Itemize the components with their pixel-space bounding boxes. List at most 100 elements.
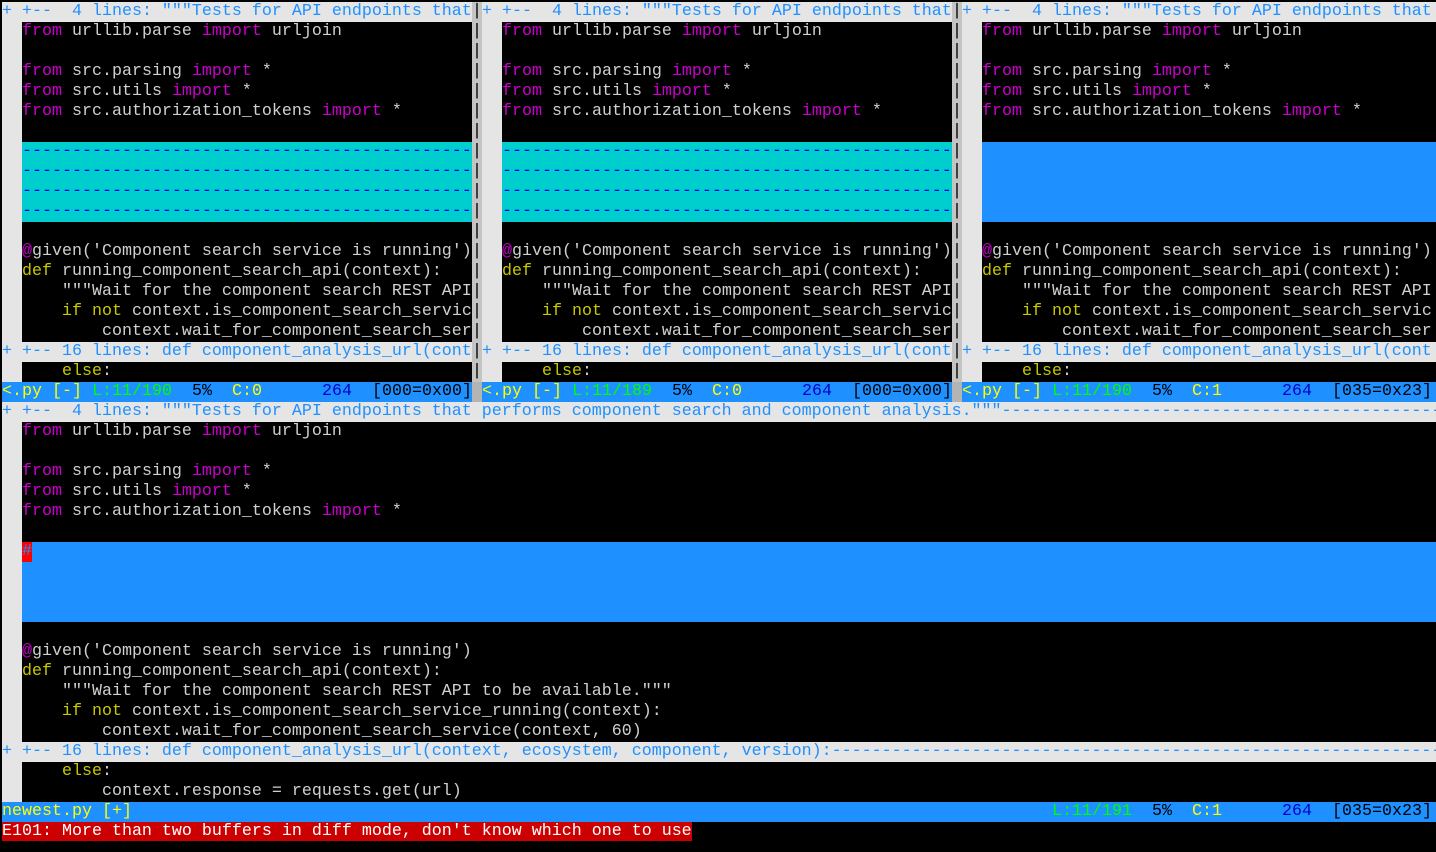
- sign-column: [2, 562, 22, 582]
- token-n: urllib.parse: [61, 22, 202, 41]
- line-text: +-- 4 lines: """Tests for API endpoints …: [22, 2, 472, 21]
- separator-char: |: [952, 342, 962, 361]
- separator-char: |: [472, 202, 482, 221]
- line-text: @given('Component search service is runn…: [22, 242, 472, 262]
- line-text: +-- 16 lines: def component_analysis_url…: [982, 342, 1432, 361]
- status-byte-count: 264: [1282, 382, 1312, 401]
- fold-line[interactable]: + +-- 16 lines: def component_analysis_ur…: [962, 342, 1436, 362]
- sign-column: [962, 302, 982, 322]
- token-n: src.authorization_tokens: [1021, 102, 1282, 121]
- status-line-window-2[interactable]: <.py [-] L:11/189 5% C:0 264 [000=0x00]: [482, 382, 952, 402]
- vertical-separator[interactable]: | | | | | | | | | | | | | | | | | | |: [952, 2, 962, 382]
- fold-line[interactable]: + +-- 4 lines: """Tests for API endpoints…: [962, 2, 1436, 22]
- code-line: context.wait_for_component_search_ser: [2, 322, 472, 342]
- line-text: @given('Component search service is runn…: [982, 242, 1436, 262]
- diff-window-1[interactable]: + +-- 4 lines: """Tests for API endpoints…: [2, 2, 472, 382]
- status-percent: 5%: [672, 382, 692, 401]
- separator-char: |: [472, 162, 482, 181]
- token-n: """Wait for the component search REST AP…: [22, 282, 472, 301]
- token-st: not: [571, 302, 602, 321]
- separator-char: |: [472, 362, 482, 381]
- line-text: if not context.is_component_search_servi…: [22, 302, 472, 322]
- command-line: E101: More than two buffers in diff mode…: [2, 822, 1436, 842]
- token-kw: from: [502, 102, 542, 121]
- vertical-separator[interactable]: | | | | | | | | | | | | | | | | | | |: [472, 2, 482, 382]
- code-line: from src.parsing import *: [2, 62, 472, 82]
- diff-window-2[interactable]: + +-- 4 lines: """Tests for API endpoints…: [482, 2, 952, 382]
- code-line: from src.utils import *: [2, 482, 1436, 502]
- token-n: src.authorization_tokens: [61, 502, 322, 521]
- sign-column: [2, 142, 22, 162]
- token-kw: from: [982, 102, 1022, 121]
- diff-filler-line: [962, 202, 1436, 222]
- token-kw: import: [801, 102, 862, 121]
- token-st: if: [541, 302, 562, 321]
- status-line-window-3[interactable]: <.py [-] L:11/190 5% C:1 264 [035=0x23]: [962, 382, 1436, 402]
- diff-window-newest[interactable]: + +-- 4 lines: """Tests for API endpoints…: [2, 402, 1436, 802]
- separator-char: |: [952, 42, 962, 61]
- fold-line[interactable]: + +-- 4 lines: """Tests for API endpoints…: [482, 2, 952, 22]
- fold-line[interactable]: + +-- 16 lines: def component_analysis_ur…: [2, 742, 1436, 762]
- status-line-window-1[interactable]: <.py [-] L:11/190 5% C:0 264 [000=0x00]: [2, 382, 472, 402]
- status-filename: newest.py: [2, 802, 92, 821]
- token-kw: from: [22, 82, 62, 101]
- token-n: :: [101, 362, 112, 381]
- code-line: @given('Component search service is runn…: [2, 642, 1436, 662]
- line-text: [982, 162, 1436, 182]
- separator-char: |: [952, 142, 962, 161]
- line-text: +-- 4 lines: """Tests for API endpoints …: [982, 2, 1432, 21]
- sign-column: [962, 42, 982, 62]
- line-text: from src.authorization_tokens import *: [502, 102, 952, 122]
- token-n: running_component_search_api(context):: [1012, 262, 1402, 281]
- sign-column: [962, 182, 982, 202]
- fold-line[interactable]: + +-- 16 lines: def component_analysis_ur…: [482, 342, 952, 362]
- code-line: [962, 42, 1436, 62]
- token-n: """Wait for the component search REST AP…: [982, 282, 1432, 301]
- code-line: from src.parsing import *: [2, 462, 1436, 482]
- code-line: def running_component_search_api(context…: [962, 262, 1436, 282]
- sign-column: [2, 622, 22, 642]
- fold-line[interactable]: + +-- 4 lines: """Tests for API endpoints…: [2, 2, 472, 22]
- separator-char: |: [472, 2, 482, 21]
- token-kw: from: [22, 422, 62, 441]
- token-kw: from: [22, 62, 62, 81]
- token-n: urljoin: [261, 22, 342, 41]
- token-n: context.response = requests.get(url): [22, 782, 462, 801]
- sign-column: [482, 322, 502, 342]
- status-line-newest[interactable]: newest.py [+] L:11/191 5% C:1 264 [035=0x23]: [2, 802, 1436, 822]
- line-text: from urllib.parse import urljoin: [22, 422, 1436, 442]
- token-at: @: [22, 642, 32, 661]
- fold-line[interactable]: + +-- 4 lines: """Tests for API endpoints…: [2, 402, 1436, 422]
- code-line: [2, 122, 472, 142]
- line-text: from urllib.parse import urljoin: [22, 22, 472, 42]
- line-text: [982, 142, 1436, 162]
- token-n: *: [251, 62, 272, 81]
- token-kw: from: [982, 82, 1022, 101]
- token-n: [502, 302, 542, 321]
- diff-filler-line: [482, 162, 952, 182]
- diff-window-3[interactable]: + +-- 4 lines: """Tests for API endpoints…: [962, 2, 1436, 382]
- line-text: #: [22, 542, 1436, 562]
- separator-char: |: [952, 82, 962, 101]
- line-text: @given('Component search service is runn…: [502, 242, 952, 262]
- token-n: given('Component search service is runni…: [32, 642, 472, 661]
- code-line: else:: [962, 362, 1436, 382]
- code-line: else:: [2, 762, 1436, 782]
- fold-sign: +: [2, 342, 22, 362]
- sign-column: [482, 82, 502, 102]
- status-char-code: [000=0x00]: [852, 382, 952, 401]
- separator-char: |: [472, 182, 482, 201]
- sign-column: [482, 182, 502, 202]
- fold-sign: +: [962, 342, 982, 362]
- status-percent: 5%: [1152, 382, 1172, 401]
- line-text: from urllib.parse import urljoin: [502, 22, 952, 42]
- fold-sign: +: [962, 2, 982, 22]
- fold-line[interactable]: + +-- 16 lines: def component_analysis_ur…: [2, 342, 472, 362]
- vim-screen: + +-- 4 lines: """Tests for API endpoints…: [2, 2, 1436, 842]
- sign-column: [2, 542, 22, 562]
- sign-column: [2, 482, 22, 502]
- token-n: urllib.parse: [61, 422, 202, 441]
- token-n: given('Component search service is runni…: [512, 242, 952, 261]
- separator-char: |: [952, 202, 962, 221]
- sign-column: [2, 42, 22, 62]
